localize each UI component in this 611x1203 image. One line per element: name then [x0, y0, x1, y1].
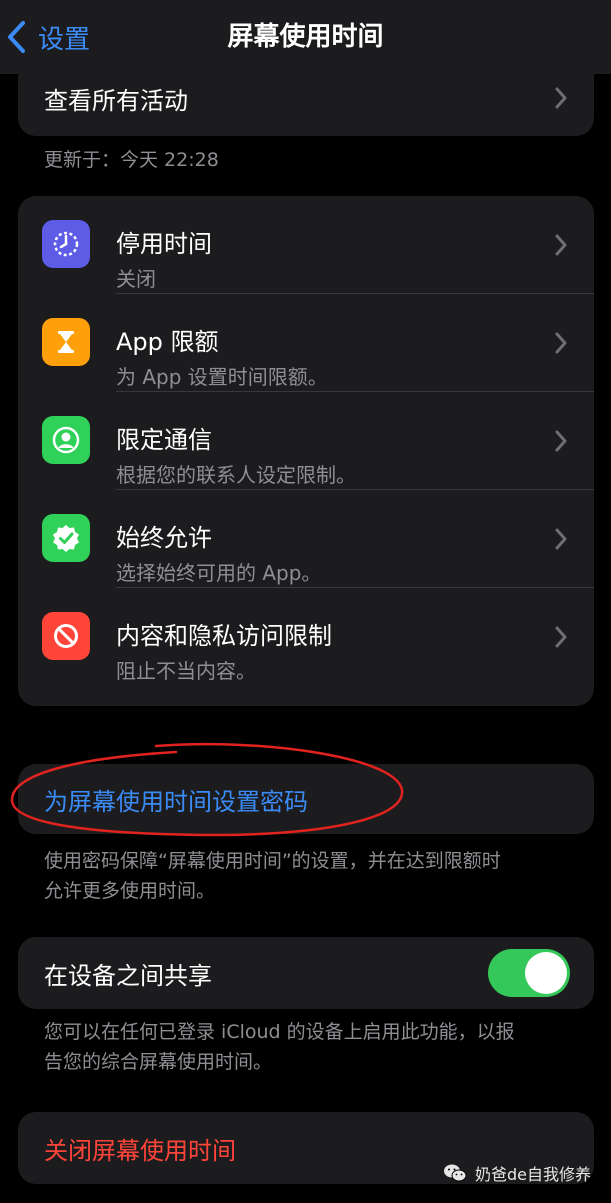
share-footnote-line2: 告您的综合屏幕使用时间。: [44, 1051, 273, 1073]
see-all-activity-row[interactable]: 查看所有活动: [18, 60, 594, 136]
list-item-communication-limits[interactable]: 限定通信 根据您的联系人设定限制。: [18, 392, 594, 490]
list-item-downtime[interactable]: 停用时间 关闭: [18, 196, 594, 294]
list-item-title: 停用时间: [116, 230, 212, 258]
chevron-right-icon: [555, 528, 567, 550]
list-item-title: 内容和隐私访问限制: [116, 622, 332, 650]
see-all-activity-label: 查看所有活动: [44, 86, 188, 115]
features-card: 停用时间 关闭 App 限额 为 App 设置时间限额。 限定通信 根据您的联系…: [18, 196, 594, 706]
updated-timestamp: 更新于：今天 22:28: [44, 149, 219, 171]
checkmark-badge-icon: [42, 514, 90, 562]
share-card: 在设备之间共享: [18, 937, 594, 1009]
see-all-activity-card: 查看所有活动: [18, 60, 594, 136]
chevron-right-icon: [555, 234, 567, 256]
turn-off-label: 关闭屏幕使用时间: [44, 1136, 236, 1165]
set-passcode-button[interactable]: 为屏幕使用时间设置密码: [18, 764, 594, 834]
chevron-right-icon: [555, 430, 567, 452]
share-toggle[interactable]: [488, 949, 570, 997]
list-item-app-limits[interactable]: App 限额 为 App 设置时间限额。: [18, 294, 594, 392]
list-item-always-allowed[interactable]: 始终允许 选择始终可用的 App。: [18, 490, 594, 588]
list-item-title: 始终允许: [116, 524, 212, 552]
passcode-card: 为屏幕使用时间设置密码: [18, 764, 594, 834]
hourglass-icon: [42, 318, 90, 366]
share-footnote-line1: 您可以在任何已登录 iCloud 的设备上启用此功能，以报: [44, 1021, 515, 1043]
wechat-icon: [443, 1164, 467, 1182]
list-item-subtitle: 阻止不当内容。: [116, 659, 256, 683]
list-item-title: App 限额: [116, 328, 219, 356]
no-entry-icon: [42, 612, 90, 660]
list-item-subtitle: 选择始终可用的 App。: [116, 561, 322, 585]
share-footnote: 您可以在任何已登录 iCloud 的设备上启用此功能，以报 告您的综合屏幕使用时…: [44, 1017, 515, 1077]
page-title: 屏幕使用时间: [227, 22, 384, 52]
list-item-subtitle: 为 App 设置时间限额。: [116, 365, 328, 389]
watermark-text: 奶爸de自我修养: [474, 1165, 591, 1184]
downtime-icon: [42, 220, 90, 268]
passcode-footnote: 使用密码保障“屏幕使用时间”的设置，并在达到限额时 允许更多使用时间。: [44, 846, 501, 906]
chevron-right-icon: [555, 87, 567, 109]
contact-icon: [42, 416, 90, 464]
set-passcode-label: 为屏幕使用时间设置密码: [44, 787, 308, 816]
toggle-knob: [525, 952, 567, 994]
chevron-right-icon: [555, 332, 567, 354]
list-item-subtitle: 根据您的联系人设定限制。: [116, 463, 356, 487]
list-item-title: 限定通信: [116, 426, 212, 454]
passcode-footnote-line1: 使用密码保障“屏幕使用时间”的设置，并在达到限额时: [44, 850, 501, 872]
list-item-subtitle: 关闭: [116, 267, 156, 291]
list-item-content-privacy[interactable]: 内容和隐私访问限制 阻止不当内容。: [18, 588, 594, 686]
chevron-right-icon: [555, 626, 567, 648]
passcode-footnote-line2: 允许更多使用时间。: [44, 880, 216, 902]
share-across-devices-label: 在设备之间共享: [44, 961, 212, 990]
watermark: 奶爸de自我修养: [443, 1161, 591, 1185]
